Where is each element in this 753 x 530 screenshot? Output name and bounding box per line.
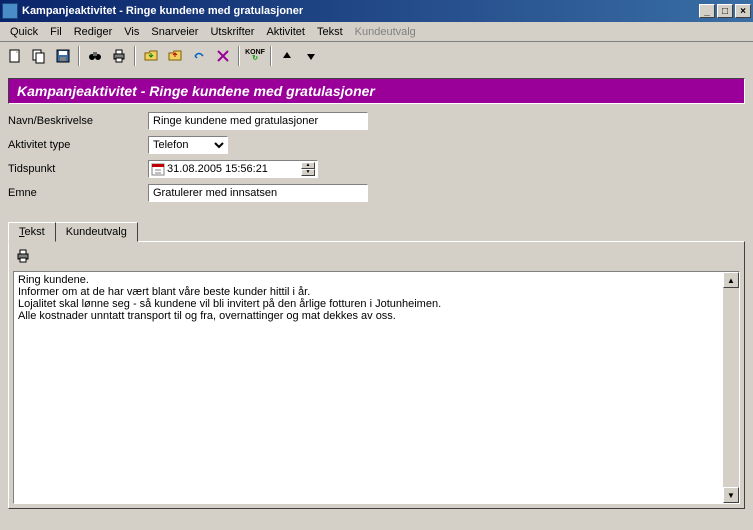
form-row-time: Tidspunkt 31.08.2005 15:56:21 ▲ ▼: [8, 160, 745, 178]
print-icon: [15, 248, 31, 264]
tab-panel-tekst: ▲ ▼: [8, 241, 745, 509]
spin-up-icon[interactable]: ▲: [301, 162, 315, 169]
activity-type-select[interactable]: Telefon: [148, 136, 228, 154]
menu-aktivitet[interactable]: Aktivitet: [260, 24, 311, 40]
datetime-value: 31.08.2005 15:56:21: [167, 163, 301, 175]
menu-kundeutvalg[interactable]: Kundeutvalg: [349, 24, 422, 40]
calendar-icon[interactable]: [151, 162, 165, 176]
folder-out-icon: [167, 48, 183, 64]
new-icon: [7, 48, 23, 64]
down-button[interactable]: [300, 45, 322, 67]
close-button[interactable]: ×: [735, 4, 751, 18]
up-button[interactable]: [276, 45, 298, 67]
minimize-button[interactable]: _: [699, 4, 715, 18]
delete-icon: [215, 48, 231, 64]
tab-tekst[interactable]: Tekst: [8, 222, 56, 242]
menu-rediger[interactable]: Rediger: [68, 24, 119, 40]
label-type: Aktivitet type: [8, 139, 148, 151]
folder-out-button[interactable]: [164, 45, 186, 67]
konf-button[interactable]: KONF↻: [244, 45, 266, 67]
menu-bar: Quick Fil Rediger Vis Snarveier Utskrift…: [0, 22, 753, 42]
menu-vis[interactable]: Vis: [118, 24, 145, 40]
name-input[interactable]: [148, 112, 368, 130]
undo-button[interactable]: [188, 45, 210, 67]
form-row-subject: Emne: [8, 184, 745, 202]
save-button[interactable]: [52, 45, 74, 67]
save-icon: [55, 48, 71, 64]
title-bar: Kampanjeaktivitet - Ringe kundene med gr…: [0, 0, 753, 22]
folder-in-icon: [143, 48, 159, 64]
menu-snarveier[interactable]: Snarveier: [145, 24, 204, 40]
menu-fil[interactable]: Fil: [44, 24, 68, 40]
tab-bar: Tekst Kundeutvalg: [8, 222, 745, 242]
form-row-type: Aktivitet type Telefon: [8, 136, 745, 154]
binoculars-icon: [87, 48, 103, 64]
copy-icon: [31, 48, 47, 64]
up-arrow-icon: [281, 50, 293, 62]
page-title-banner: Kampanjeaktivitet - Ringe kundene med gr…: [8, 78, 745, 104]
maximize-button[interactable]: □: [717, 4, 733, 18]
scroll-down-icon[interactable]: ▼: [723, 487, 739, 503]
toolbar-separator: [270, 46, 272, 66]
menu-quick[interactable]: Quick: [4, 24, 44, 40]
label-subject: Emne: [8, 187, 148, 199]
label-name: Navn/Beskrivelse: [8, 115, 148, 127]
print-text-button[interactable]: [15, 255, 31, 267]
toolbar: KONF↻: [0, 42, 753, 70]
down-arrow-icon: [305, 50, 317, 62]
print-button[interactable]: [108, 45, 130, 67]
spin-down-icon[interactable]: ▼: [301, 169, 315, 176]
print-icon: [111, 48, 127, 64]
scroll-up-icon[interactable]: ▲: [723, 272, 739, 288]
app-icon: [2, 3, 18, 19]
content-area: Kampanjeaktivitet - Ringe kundene med gr…: [0, 70, 753, 517]
delete-button[interactable]: [212, 45, 234, 67]
menu-tekst[interactable]: Tekst: [311, 24, 349, 40]
print-row: [13, 246, 740, 271]
datetime-spinner[interactable]: ▲ ▼: [301, 162, 315, 176]
toolbar-separator: [238, 46, 240, 66]
find-button[interactable]: [84, 45, 106, 67]
menu-utskrifter[interactable]: Utskrifter: [204, 24, 260, 40]
vertical-scrollbar[interactable]: ▲ ▼: [723, 272, 739, 503]
label-time: Tidspunkt: [8, 163, 148, 175]
datetime-input[interactable]: 31.08.2005 15:56:21 ▲ ▼: [148, 160, 318, 178]
tab-kundeutvalg[interactable]: Kundeutvalg: [55, 222, 138, 242]
form-row-name: Navn/Beskrivelse: [8, 112, 745, 130]
window-title: Kampanjeaktivitet - Ringe kundene med gr…: [22, 5, 697, 17]
subject-input[interactable]: [148, 184, 368, 202]
toolbar-separator: [134, 46, 136, 66]
text-editor[interactable]: [14, 272, 739, 500]
toolbar-separator: [78, 46, 80, 66]
folder-in-button[interactable]: [140, 45, 162, 67]
undo-icon: [191, 48, 207, 64]
copy-button[interactable]: [28, 45, 50, 67]
text-editor-wrap: ▲ ▼: [13, 271, 740, 504]
new-button[interactable]: [4, 45, 26, 67]
tabs-area: Tekst Kundeutvalg ▲ ▼: [8, 222, 745, 509]
